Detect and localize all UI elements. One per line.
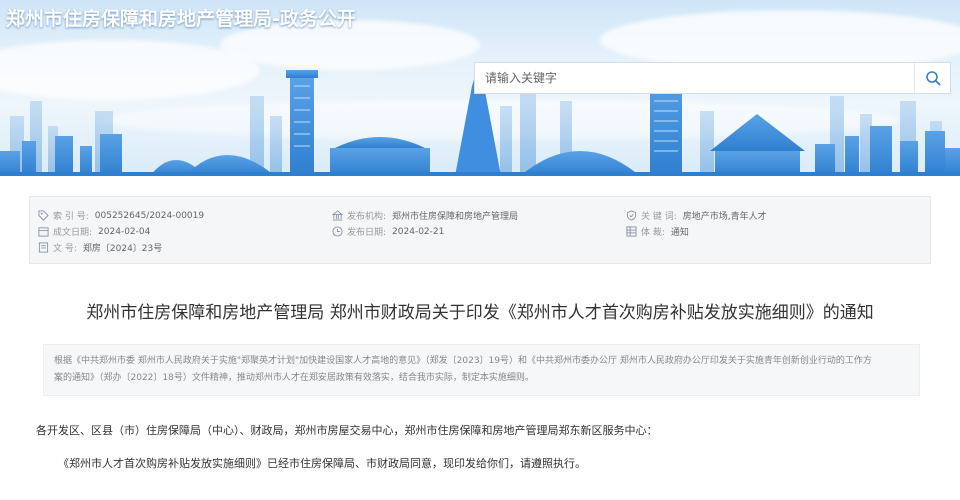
search-icon <box>925 71 940 86</box>
meta-label: 文 号: <box>53 244 77 254</box>
meta-value: 房地产市场,青年人才 <box>682 212 767 222</box>
site-title: 郑州市住房保障和房地产管理局-政务公开 <box>6 8 356 30</box>
body-paragraph: 《郑州市人才首次购房补贴发放实施细则》已经市住房保障局、市财政局同意，现印发给你… <box>58 457 586 470</box>
meta-value: 郑房〔2024〕23号 <box>82 244 163 254</box>
header-banner: 郑州市住房保障和房地产管理局-政务公开 <box>0 0 960 176</box>
meta-value: 郑州市住房保障和房地产管理局 <box>392 212 519 222</box>
summary-line: 根据《中共郑州市委 郑州市人民政府关于实施"郑聚英才计划"加快建设国家人才高地的… <box>54 356 872 366</box>
meta-value: 2024-02-21 <box>392 226 445 237</box>
grid-icon <box>626 226 637 237</box>
meta-value: 2024-02-04 <box>98 226 151 237</box>
search-input[interactable] <box>475 63 914 93</box>
meta-label: 成文日期: <box>53 228 93 238</box>
clock-icon <box>332 226 343 237</box>
meta-keywords: 关 键 词: 房地产市场,青年人才 <box>626 209 767 222</box>
meta-label: 发布日期: <box>347 228 387 238</box>
search-button[interactable] <box>914 63 950 93</box>
document-metadata: 索 引 号: 005252645/2024-00019 发布机构: 郑州市住房保… <box>29 196 931 264</box>
meta-value: 通知 <box>670 228 689 238</box>
meta-label: 体 裁: <box>641 228 665 238</box>
calendar-icon <box>38 227 49 237</box>
meta-label: 发布机构: <box>347 212 387 222</box>
meta-label: 关 键 词: <box>641 212 677 222</box>
document-icon <box>38 242 49 253</box>
meta-created: 成文日期: 2024-02-04 <box>38 225 150 238</box>
meta-category: 体 裁: 通知 <box>626 225 689 238</box>
meta-doc-no: 文 号: 郑房〔2024〕23号 <box>38 241 162 254</box>
meta-label: 索 引 号: <box>53 212 89 222</box>
summary-line: 案的通知》（郑办〔2022〕18号）文件精神，推动郑州市人才在郑安居政策有效落实… <box>54 373 534 383</box>
building-icon <box>332 210 343 221</box>
search-box <box>474 62 951 94</box>
page-title: 郑州市住房保障和房地产管理局 郑州市财政局关于印发《郑州市人才首次购房补贴发放实… <box>86 303 874 323</box>
recipients-line: 各开发区、区县（市）住房保障局（中心）、财政局，郑州市房屋交易中心，郑州市住房保… <box>36 424 658 437</box>
tag-icon <box>38 210 49 221</box>
shield-icon <box>626 210 637 221</box>
meta-publisher: 发布机构: 郑州市住房保障和房地产管理局 <box>332 209 518 222</box>
document-summary: 根据《中共郑州市委 郑州市人民政府关于实施"郑聚英才计划"加快建设国家人才高地的… <box>43 344 920 396</box>
meta-index-no: 索 引 号: 005252645/2024-00019 <box>38 209 204 222</box>
meta-published: 发布日期: 2024-02-21 <box>332 225 444 238</box>
meta-value: 005252645/2024-00019 <box>94 210 205 221</box>
